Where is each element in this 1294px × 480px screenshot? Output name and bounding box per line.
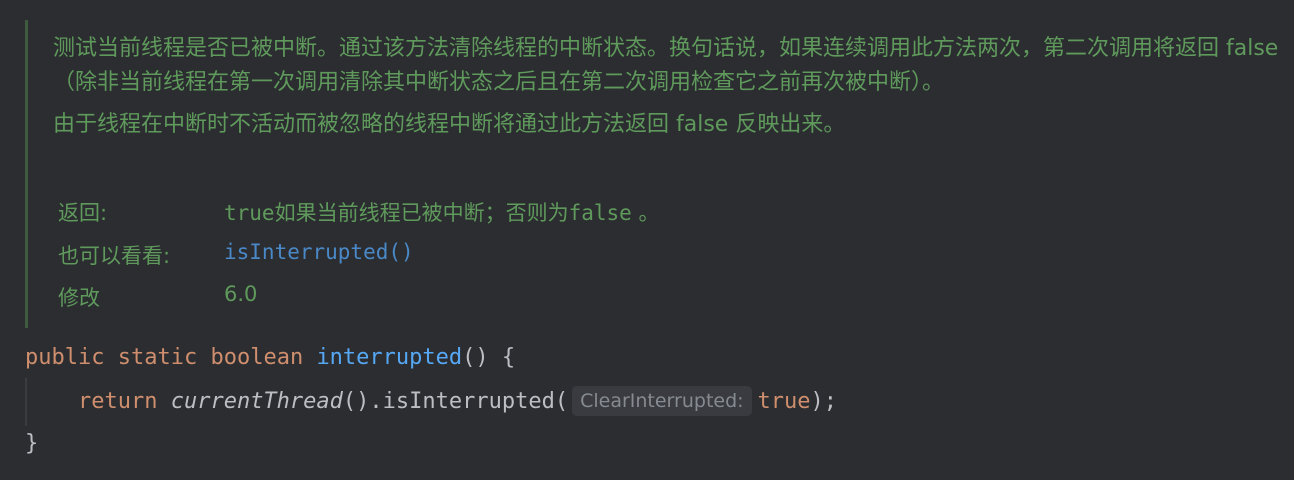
returns-value: true如果当前线程已被中断；否则为false 。 bbox=[224, 197, 659, 227]
see-also-label: 也可以看看: bbox=[58, 244, 171, 268]
keyword-static: static bbox=[117, 345, 198, 370]
current-thread-call: currentThread bbox=[170, 389, 343, 414]
code-line-3[interactable]: } bbox=[25, 426, 38, 462]
method-signature-rest: () { bbox=[462, 345, 516, 370]
modified-label: 修改 bbox=[58, 286, 100, 310]
literal-true: true bbox=[757, 389, 811, 414]
returns-text: 如果当前线程已被中断；否则为 bbox=[274, 201, 569, 225]
is-interrupted-call: ().isInterrupted( bbox=[342, 389, 569, 414]
parameter-hint: ClearInterrupted: bbox=[572, 386, 752, 416]
doc-paragraph-2: 由于线程在中断时不活动而被忽略的线程中断将通过此方法返回 false 反映出来。 bbox=[53, 112, 846, 137]
rendered-javadoc: 测试当前线程是否已被中断。通过该方法清除线程的中断状态。换句话说，如果连续调用此… bbox=[25, 20, 1287, 328]
keyword-boolean: boolean bbox=[210, 345, 304, 370]
code-line-1[interactable]: public static boolean interrupted() { bbox=[25, 340, 515, 376]
closing-brace: } bbox=[25, 431, 39, 456]
is-interrupted-link[interactable]: isInterrupted() bbox=[224, 240, 414, 264]
editor-pane: 测试当前线程是否已被中断。通过该方法清除线程的中断状态。换句话说，如果连续调用此… bbox=[0, 0, 1294, 480]
method-name: interrupted bbox=[316, 345, 463, 370]
returns-text-end: 。 bbox=[631, 201, 660, 225]
modified-value: 6.0 bbox=[224, 282, 258, 306]
doc-description: 测试当前线程是否已被中断。通过该方法清除线程的中断状态。换句话说，如果连续调用此… bbox=[53, 32, 1283, 142]
returns-true-code: true bbox=[224, 201, 275, 225]
keyword-return: return bbox=[77, 389, 158, 414]
keyword-public: public bbox=[25, 345, 105, 370]
code-line-2[interactable]: return currentThread().isInterrupted(Cle… bbox=[25, 384, 837, 420]
returns-label: 返回: bbox=[58, 201, 108, 225]
call-end: ); bbox=[810, 389, 838, 414]
doc-paragraph-1: 测试当前线程是否已被中断。通过该方法清除线程的中断状态。换句话说，如果连续调用此… bbox=[53, 36, 1279, 95]
returns-false-code: false bbox=[568, 201, 632, 225]
